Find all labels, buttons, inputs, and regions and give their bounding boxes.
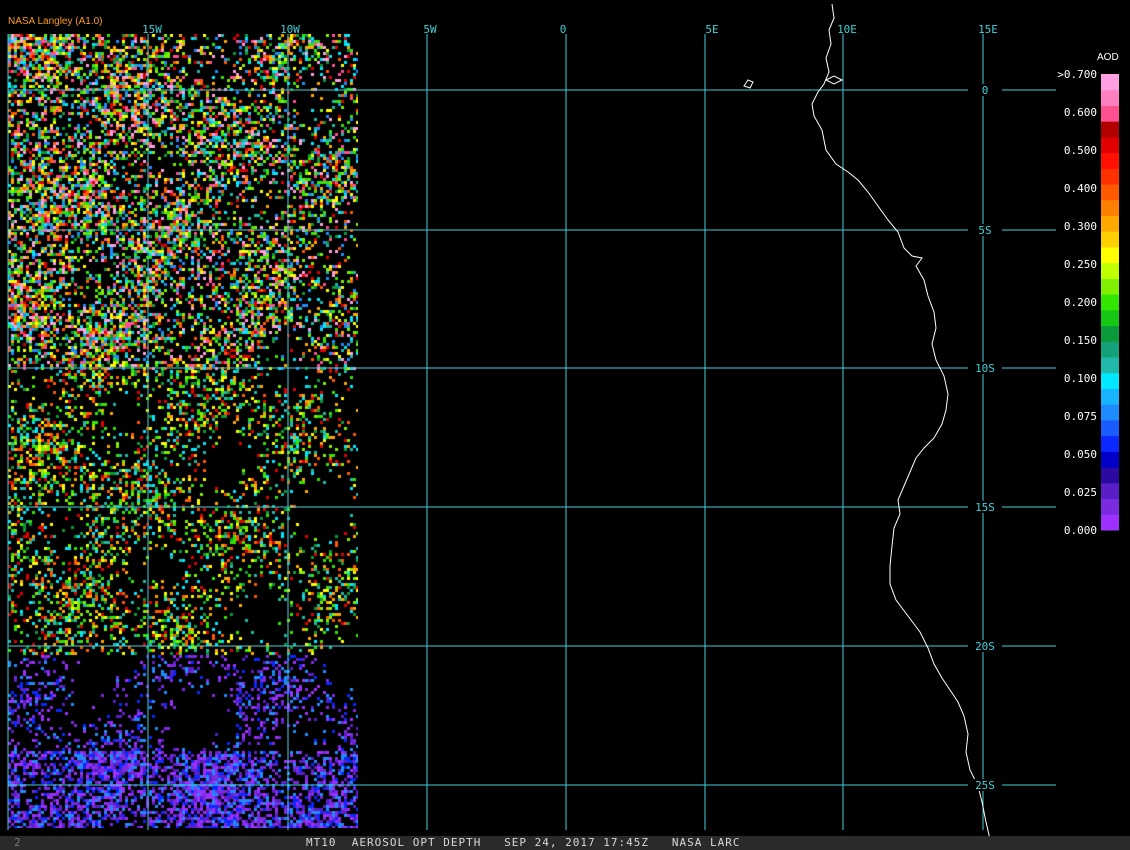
longitude-label: 10E — [837, 23, 857, 36]
colorbar-swatch — [1101, 278, 1119, 295]
colorbar-swatch — [1101, 309, 1119, 327]
credit-label: NASA Langley (A1.0) — [8, 16, 103, 27]
colorbar-swatch — [1101, 451, 1119, 468]
status-bar: 2 MT10 AEROSOL OPT DEPTH SEP 24, 2017 17… — [0, 836, 1130, 850]
colorbar-swatch — [1101, 231, 1119, 248]
latitude-label: 15S — [975, 501, 995, 514]
colorbar-swatch — [1101, 184, 1119, 201]
latitude-label: 5S — [978, 224, 991, 237]
colorbar-tick-label: 0.000 — [1064, 524, 1097, 537]
aod-colorbar: >0.700 0.600 0.500 0.400 0.300 0.250 0.200 0.15… — [1057, 68, 1119, 537]
colorbar-swatch — [1101, 514, 1119, 531]
latitude-label: 0 — [982, 84, 989, 97]
colorbar-swatch — [1101, 136, 1119, 154]
colorbar-swatch — [1101, 435, 1119, 452]
colorbar-tick-label: 0.050 — [1064, 448, 1097, 461]
legend-title: AOD — [1097, 52, 1119, 63]
colorbar-tick-label: 0.150 — [1064, 334, 1097, 347]
colorbar-swatch — [1101, 419, 1119, 437]
longitude-label: 15W — [142, 23, 162, 36]
colorbar-swatch — [1101, 168, 1119, 185]
latitude-label: 10S — [975, 362, 995, 375]
colorbar-tick-label: 0.250 — [1064, 258, 1097, 271]
colorbar-tick-label: 0.200 — [1064, 296, 1097, 309]
colorbar-tick-label: 0.500 — [1064, 144, 1097, 157]
longitude-label: 0 — [560, 23, 567, 36]
colorbar-swatch — [1101, 262, 1119, 279]
longitude-label: 5E — [705, 23, 718, 36]
colorbar-swatch — [1101, 294, 1119, 311]
aerosol-swath-image — [8, 34, 358, 828]
colorbar-swatch — [1101, 404, 1119, 421]
colorbar-swatch — [1101, 121, 1119, 138]
colorbar-swatch — [1101, 372, 1119, 389]
latitude-label: 25S — [975, 779, 995, 792]
colorbar-swatch — [1101, 89, 1119, 106]
colorbar-swatch — [1101, 357, 1119, 374]
colorbar-swatch — [1101, 152, 1119, 169]
colorbar-swatch — [1101, 74, 1119, 91]
longitude-label: 15E — [978, 23, 998, 36]
aerosol-map: 15W 10W 5W 0 5E 10E 15E 0 5S 10S 15S 20S 25S >0.700 0… — [7, 3, 1119, 849]
colorbar-swatch — [1101, 199, 1119, 217]
latitude-label: 20S — [975, 640, 995, 653]
colorbar-tick-label: 0.400 — [1064, 182, 1097, 195]
image-caption: MT10 AEROSOL OPT DEPTH SEP 24, 2017 17:4… — [306, 836, 741, 849]
colorbar-swatch — [1101, 325, 1119, 342]
colorbar-swatch — [1101, 467, 1119, 484]
island-icon — [824, 75, 844, 85]
island-icon — [743, 79, 754, 89]
coastline-icon — [811, 3, 993, 849]
colorbar-swatch — [1101, 105, 1119, 122]
colorbar-swatch — [1101, 388, 1119, 405]
colorbar-max-label: >0.700 — [1057, 68, 1097, 81]
colorbar-swatch — [1101, 498, 1119, 515]
colorbar-swatch — [1101, 246, 1119, 264]
longitude-label: 5W — [423, 23, 437, 36]
colorbar-swatch — [1101, 215, 1119, 232]
colorbar-tick-label: 0.100 — [1064, 372, 1097, 385]
longitude-label: 10W — [280, 23, 300, 36]
colorbar-tick-label: 0.300 — [1064, 220, 1097, 233]
frame-marker: 2 — [14, 836, 21, 849]
aerosol-swath-data — [8, 34, 358, 828]
colorbar-tick-label: 0.025 — [1064, 486, 1097, 499]
colorbar-swatch — [1101, 341, 1119, 358]
colorbar-swatch — [1101, 482, 1119, 500]
colorbar-tick-label: 0.075 — [1064, 410, 1097, 423]
colorbar-tick-label: 0.600 — [1064, 106, 1097, 119]
